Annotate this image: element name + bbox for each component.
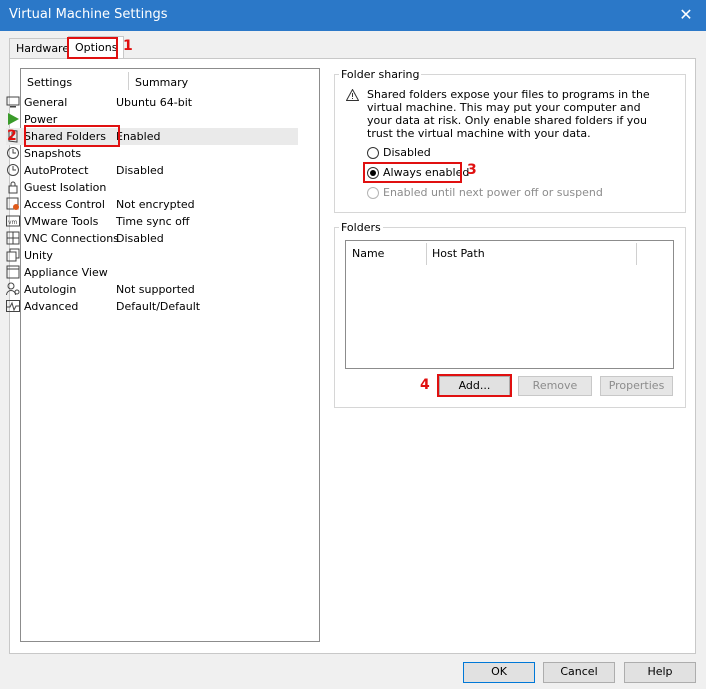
vm-icon: vm — [6, 215, 20, 227]
item-summary: Ubuntu 64-bit — [116, 96, 193, 109]
warning-line: your data at risk. Only enable shared fo… — [367, 114, 647, 127]
item-label: Access Control — [24, 198, 105, 211]
item-summary: Time sync off — [116, 215, 190, 228]
list-item-autoprotect[interactable]: AutoProtect Disabled — [6, 162, 298, 179]
list-item-unity[interactable]: Unity — [6, 247, 298, 264]
item-summary: Disabled — [116, 164, 164, 177]
warning-line: virtual machine. This may put your compu… — [367, 101, 641, 114]
list-item-appliance-view[interactable]: Appliance View — [6, 264, 298, 281]
item-label: General — [24, 96, 68, 109]
tab-hardware[interactable]: Hardware — [9, 38, 77, 59]
item-label: Unity — [24, 249, 53, 262]
monitor-icon — [6, 96, 20, 108]
column-header-host-path[interactable]: Host Path — [432, 247, 485, 260]
annotation-number-1: 1 — [123, 38, 133, 54]
tab-options[interactable]: Options — [68, 36, 125, 59]
item-summary: Disabled — [116, 232, 164, 245]
item-summary: Not encrypted — [116, 198, 195, 211]
item-summary: Not supported — [116, 283, 195, 296]
clock-icon — [7, 147, 19, 159]
radio-always-enabled[interactable] — [367, 167, 379, 179]
padlock-icon — [6, 197, 19, 210]
remove-button: Remove — [518, 376, 592, 396]
list-item-advanced[interactable]: Advanced Default/Default — [6, 298, 298, 315]
item-label: Appliance View — [24, 266, 108, 279]
column-header-name[interactable]: Name — [352, 247, 384, 260]
column-divider — [128, 72, 129, 90]
close-icon[interactable]: ✕ — [666, 0, 706, 31]
list-item-vmware-tools[interactable]: vm VMware Tools Time sync off — [6, 213, 298, 230]
list-item-general[interactable]: General Ubuntu 64-bit — [6, 94, 298, 111]
item-label: VNC Connections — [24, 232, 119, 245]
column-header-settings: Settings — [27, 76, 73, 89]
warning-text: Shared folders expose your files to prog… — [367, 88, 650, 140]
list-item-vnc-connections[interactable]: VNC Connections Disabled — [6, 230, 298, 247]
pulse-icon — [6, 300, 20, 312]
list-item-autologin[interactable]: Autologin Not supported — [6, 281, 298, 298]
list-item-guest-isolation[interactable]: Guest Isolation — [6, 179, 298, 196]
radio-until-power-off-label: Enabled until next power off or suspend — [383, 186, 603, 199]
item-label: Shared Folders — [24, 130, 106, 143]
column-divider — [636, 243, 637, 265]
folders-table[interactable]: Name Host Path — [345, 240, 674, 369]
lock-icon — [8, 181, 18, 194]
add-button[interactable]: Add... — [439, 376, 510, 396]
item-summary: Default/Default — [116, 300, 201, 313]
window-icon — [6, 248, 20, 262]
item-label: AutoProtect — [24, 164, 89, 177]
warning-icon — [346, 89, 359, 101]
radio-disabled[interactable] — [367, 147, 379, 159]
play-icon — [8, 113, 19, 125]
item-label: Power — [24, 113, 58, 126]
annotation-number-3: 3 — [467, 162, 477, 178]
column-header-summary: Summary — [135, 76, 189, 89]
cancel-button[interactable]: Cancel — [543, 662, 615, 683]
user-icon — [6, 282, 20, 296]
item-label: Snapshots — [24, 147, 82, 160]
folders-title: Folders — [339, 221, 383, 234]
warning-line: trust the virtual machine with your data… — [367, 127, 591, 140]
list-item-power[interactable]: Power — [6, 111, 298, 128]
warning-line: Shared folders expose your files to prog… — [367, 88, 650, 101]
radio-disabled-label[interactable]: Disabled — [383, 146, 431, 159]
window-icon — [6, 265, 20, 279]
clock-icon — [7, 164, 19, 176]
network-icon — [6, 231, 20, 245]
list-item-access-control[interactable]: Access Control Not encrypted — [6, 196, 298, 213]
list-item-snapshots[interactable]: Snapshots — [6, 145, 298, 162]
item-label: Guest Isolation — [24, 181, 107, 194]
list-item-shared-folders[interactable]: Shared Folders Enabled — [6, 128, 298, 145]
folder-sharing-title: Folder sharing — [339, 68, 422, 81]
item-summary: Enabled — [116, 130, 161, 143]
item-label: Autologin — [24, 283, 77, 296]
window-title: Virtual Machine Settings — [9, 7, 168, 22]
item-label: Advanced — [24, 300, 79, 313]
column-divider — [426, 243, 427, 265]
annotation-number-2: 2 — [7, 128, 17, 144]
annotation-number-4: 4 — [420, 377, 430, 393]
svg-text:vm: vm — [8, 219, 18, 226]
properties-button: Properties — [600, 376, 673, 396]
ok-button[interactable]: OK — [463, 662, 535, 683]
radio-always-enabled-label[interactable]: Always enabled — [383, 166, 469, 179]
item-label: VMware Tools — [24, 215, 99, 228]
help-button[interactable]: Help — [624, 662, 696, 683]
title-bar: Virtual Machine Settings ✕ — [0, 0, 706, 31]
radio-until-power-off — [367, 187, 379, 199]
